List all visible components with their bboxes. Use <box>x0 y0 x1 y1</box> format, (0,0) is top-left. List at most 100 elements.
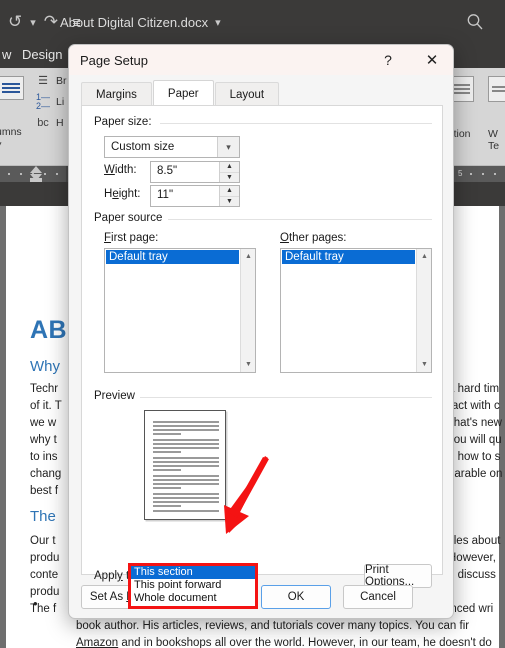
height-value: 11" <box>157 189 174 201</box>
doc-heading-1: AB <box>30 316 68 344</box>
redo-icon[interactable]: ↷ <box>44 12 58 32</box>
paper-size-value: Custom size <box>111 141 175 153</box>
undo-icon[interactable]: ↺ <box>8 12 22 32</box>
tab-paper[interactable]: Paper <box>152 80 214 106</box>
tab-design[interactable]: Design <box>22 47 62 62</box>
doc-text-line: you will qu <box>448 434 502 446</box>
doc-text-line-with-link: Amazon and in bookshops all over the wor… <box>76 635 492 648</box>
width-value: 8.5" <box>157 165 178 177</box>
doc-text-line: why t <box>30 434 57 446</box>
doc-text-line: a hard tim <box>448 383 500 395</box>
doc-text-line: vhat's new <box>448 417 502 429</box>
tab-layout[interactable]: Layout <box>214 82 280 106</box>
document-title[interactable]: About Digital Citizen.docx ▾ <box>60 0 221 44</box>
first-line-indent-marker[interactable] <box>30 166 42 173</box>
first-page-label: First page: <box>104 232 159 244</box>
list-item[interactable]: Default tray <box>106 250 239 264</box>
doc-text-line: ract with c <box>448 400 500 412</box>
list-item[interactable]: Default tray <box>282 250 415 264</box>
ribbon-group-page-setup: ☰ Br 1— 2— Li bc H <box>34 74 67 135</box>
doc-text-line: d how to s <box>448 451 501 463</box>
doc-text-line: Our t <box>30 535 56 547</box>
cancel-button[interactable]: Cancel <box>343 585 413 609</box>
hyphenation-button[interactable]: bc H <box>34 117 67 129</box>
other-pages-label: Other pages: <box>280 232 347 244</box>
chevron-down-icon[interactable]: ▾ <box>30 16 36 29</box>
wrap-text-label[interactable]: W <box>488 128 505 140</box>
search-icon[interactable] <box>465 12 485 32</box>
doc-text-line: to ins <box>30 451 58 463</box>
preview-group-label: Preview <box>94 390 140 402</box>
group-divider <box>160 123 432 124</box>
help-icon[interactable]: ? <box>377 49 399 71</box>
doc-heading-why: Why <box>30 358 60 375</box>
scrollbar[interactable]: ▲ ▼ <box>240 249 255 372</box>
doc-text-line: Techr <box>30 383 59 395</box>
scrollbar[interactable]: ▲ ▼ <box>416 249 431 372</box>
doc-text-line: we w <box>30 417 57 429</box>
first-page-listbox[interactable]: Default tray ▲ ▼ <box>104 248 256 373</box>
ruler-number: 5 <box>458 169 463 178</box>
wrap-text-label2[interactable]: Te <box>488 140 505 152</box>
group-divider <box>138 397 432 398</box>
doc-text-line: best f <box>30 485 59 497</box>
hyphenation-icon: bc <box>37 117 49 129</box>
dialog-title-bar: Page Setup ? ✕ <box>69 45 453 75</box>
spinner-buttons[interactable]: ▲ ▼ <box>219 186 239 206</box>
breaks-button[interactable]: ☰ Br <box>34 74 66 88</box>
paper-size-combo[interactable]: Custom size ▾ <box>104 136 240 158</box>
spinner-down-icon[interactable]: ▼ <box>220 197 239 207</box>
ribbon-group-wrap-text: W Te <box>488 76 505 152</box>
dropdown-option-whole-document[interactable]: Whole document <box>131 592 255 605</box>
height-spinner[interactable]: 11" ▲ ▼ <box>150 185 240 207</box>
breaks-icon: ☰ <box>38 75 48 87</box>
document-filename: About Digital Citizen.docx <box>60 14 209 30</box>
doc-text-line: However, <box>448 552 496 564</box>
group-divider <box>168 219 432 220</box>
ok-button[interactable]: OK <box>261 585 331 609</box>
amazon-link[interactable]: Amazon <box>76 637 118 648</box>
columns-icon[interactable] <box>0 76 24 100</box>
scroll-down-icon[interactable]: ▼ <box>417 357 432 372</box>
title-bar: ↺ ▾ ↷ ≣ About Digital Citizen.docx ▾ <box>0 0 505 44</box>
spinner-up-icon[interactable]: ▲ <box>220 162 239 173</box>
columns-label[interactable]: umns <box>0 126 24 138</box>
line-numbers-icon: 1— 2— <box>35 92 50 111</box>
dialog-title: Page Setup <box>80 52 148 68</box>
doc-text-line: chang <box>30 468 62 480</box>
chevron-down-icon[interactable]: ▾ <box>215 16 221 29</box>
close-icon[interactable]: ✕ <box>419 48 445 72</box>
doc-text-line: earable on <box>448 468 503 480</box>
doc-text-line: d discuss <box>448 569 496 581</box>
spinner-down-icon[interactable]: ▼ <box>220 173 239 183</box>
doc-text-line: conte <box>30 569 59 581</box>
scroll-up-icon[interactable]: ▲ <box>417 249 432 264</box>
height-label: Height: <box>104 188 141 200</box>
wrap-text-icon[interactable] <box>488 76 505 102</box>
scroll-down-icon[interactable]: ▼ <box>241 357 256 372</box>
apply-to-dropdown-list[interactable]: This section This point forward Whole do… <box>128 563 258 609</box>
width-spinner[interactable]: 8.5" ▲ ▼ <box>150 161 240 183</box>
ribbon-group-columns: umns ▾ <box>0 76 24 151</box>
doc-text-line: produ <box>30 552 60 564</box>
doc-text-line: book author. His articles, reviews, and … <box>76 620 470 632</box>
list-bullet: • <box>33 596 38 611</box>
dropdown-option-this-section[interactable]: This section <box>131 566 255 579</box>
other-pages-listbox[interactable]: Default tray ▲ ▼ <box>280 248 432 373</box>
doc-text-rest: and in bookshops all over the world. How… <box>118 637 492 648</box>
dropdown-option-this-point-forward[interactable]: This point forward <box>131 579 255 592</box>
scroll-up-icon[interactable]: ▲ <box>241 249 256 264</box>
line-numbers-label: Li <box>56 96 65 108</box>
chevron-down-icon[interactable]: ▾ <box>217 137 239 157</box>
chevron-down-icon[interactable]: ▾ <box>0 138 14 151</box>
tab-margins[interactable]: Margins <box>81 82 152 106</box>
tab-view-partial[interactable]: w <box>2 47 11 62</box>
doc-text-line: cles about <box>448 535 501 547</box>
spinner-up-icon[interactable]: ▲ <box>220 186 239 197</box>
spinner-buttons[interactable]: ▲ ▼ <box>219 162 239 182</box>
line-numbers-button[interactable]: 1— 2— Li <box>34 93 67 111</box>
doc-text-line: of it. T <box>30 400 62 412</box>
paper-source-group-label: Paper source <box>94 212 168 224</box>
paper-size-group-label: Paper size: <box>94 116 157 128</box>
hyphenation-label: H <box>56 117 64 129</box>
